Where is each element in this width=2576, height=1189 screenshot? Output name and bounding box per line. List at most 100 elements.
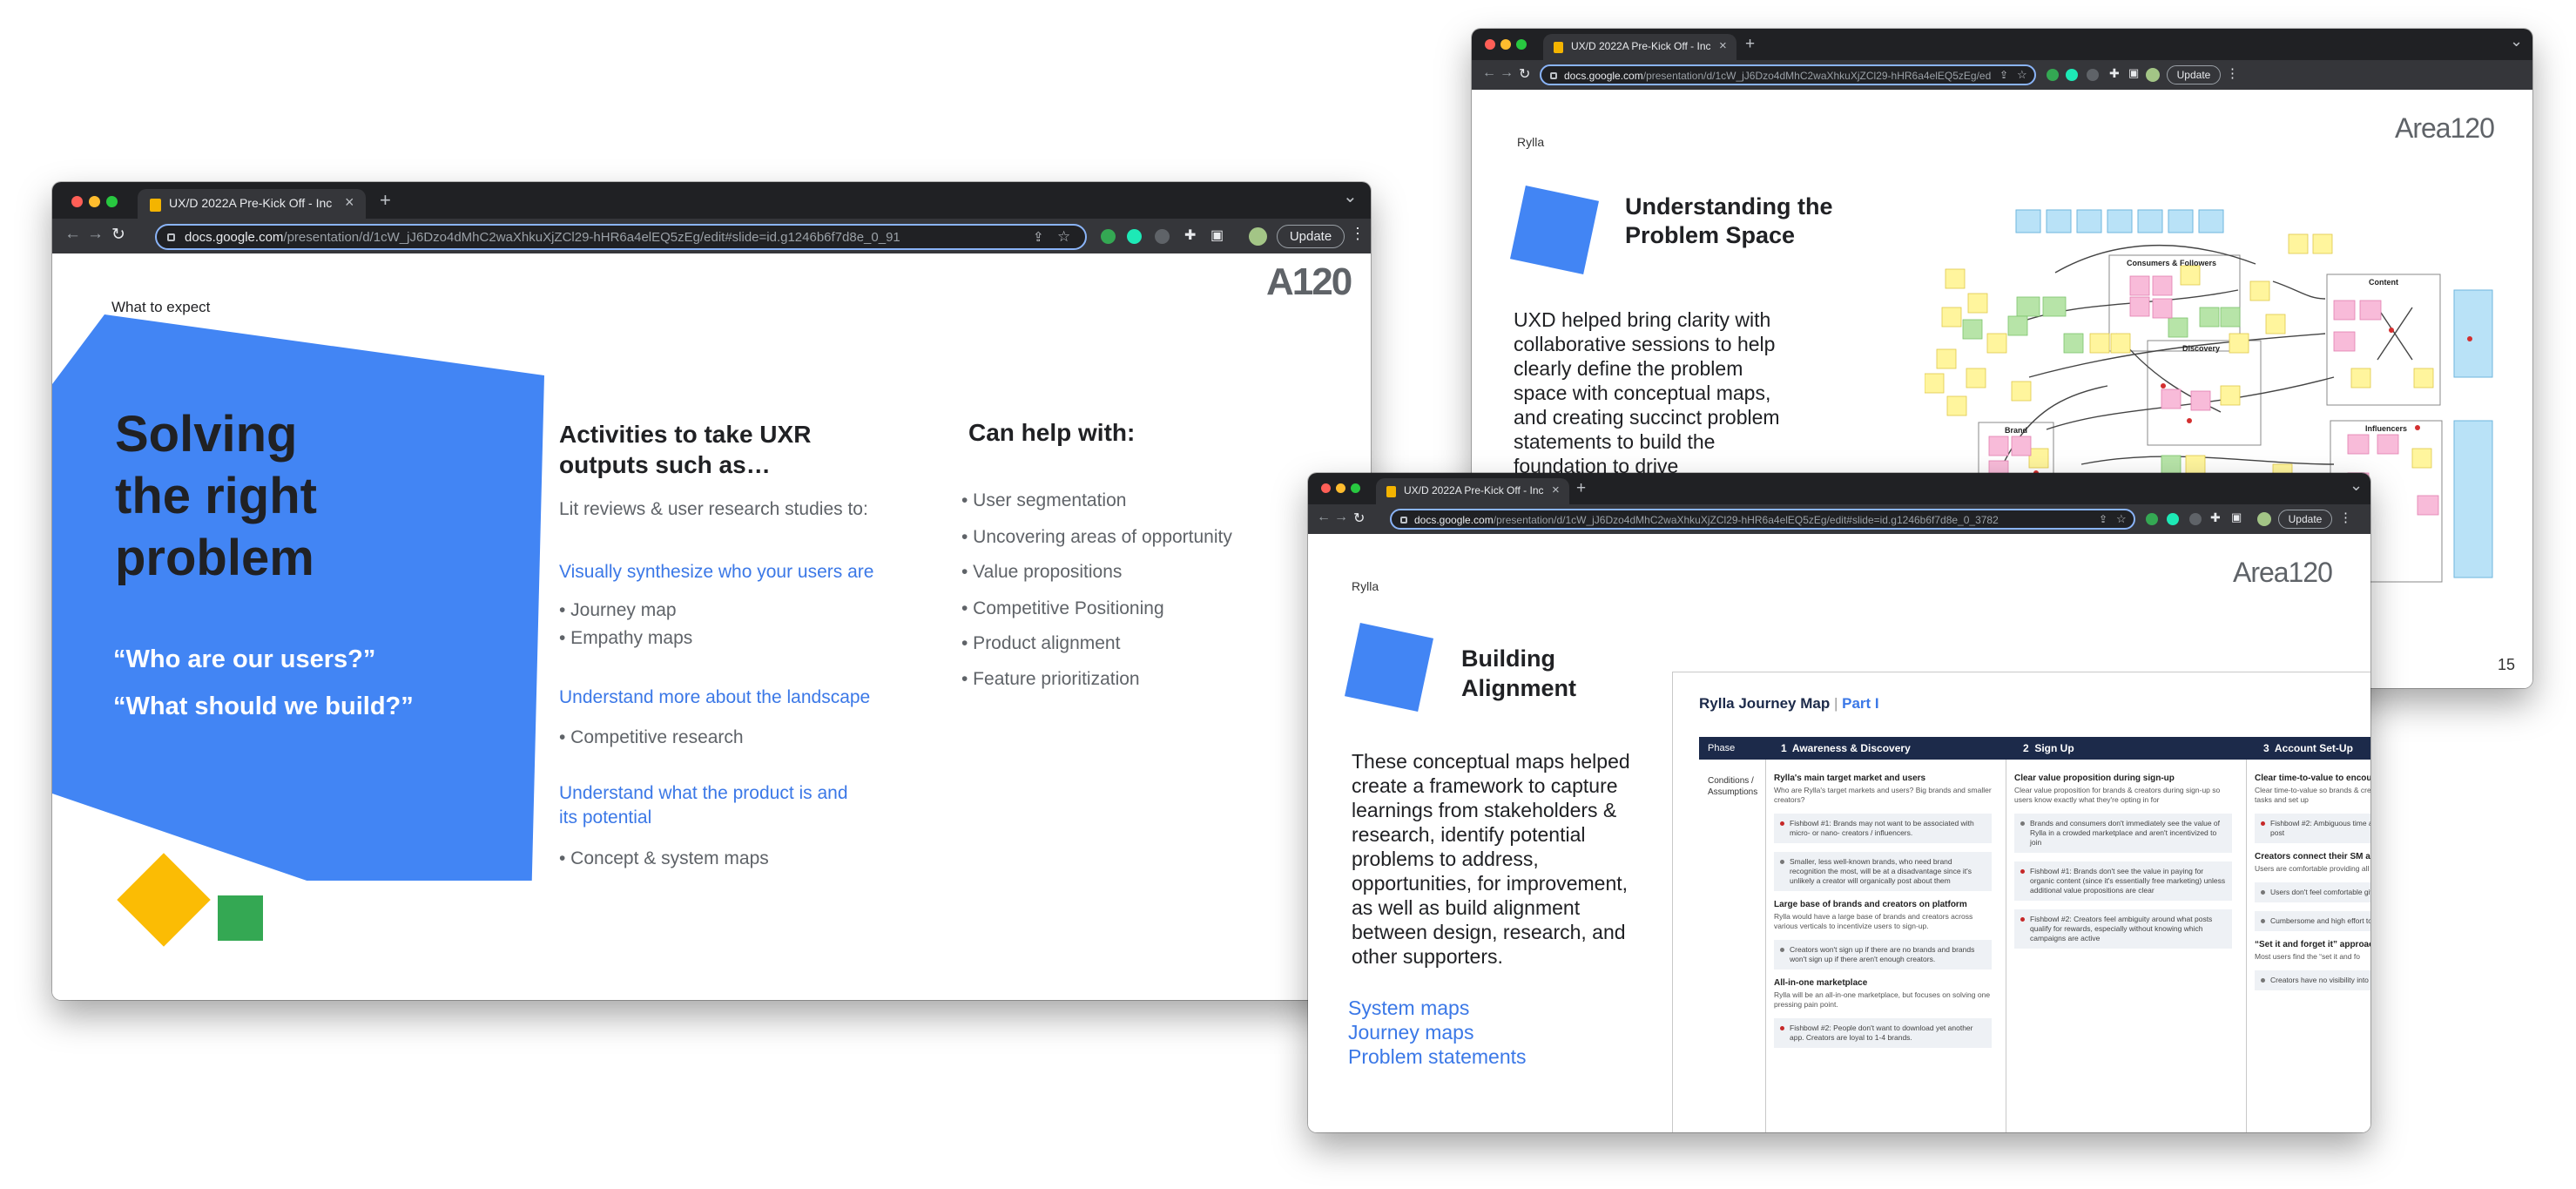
extension-teal-icon[interactable] — [2167, 513, 2179, 525]
share-icon[interactable]: ⇪ — [1999, 69, 2008, 81]
maximize-window-dot[interactable] — [106, 196, 118, 207]
extension-teal-icon[interactable] — [1127, 229, 1142, 244]
tab-presentation[interactable]: UX/D 2022A Pre-Kick Off - Inc × — [138, 189, 366, 219]
profile-avatar[interactable] — [2146, 68, 2160, 82]
help-heading: Can help with: — [968, 419, 1136, 446]
update-button[interactable]: Update — [2167, 65, 2221, 84]
extension-green-icon[interactable] — [2146, 513, 2158, 525]
address-bar[interactable]: docs.google.com/presentation/d/1cW_jJ6Dz… — [155, 224, 1087, 250]
close-tab-icon[interactable]: × — [1719, 38, 1727, 53]
side-panel-icon[interactable]: ▣ — [1210, 226, 1224, 244]
close-tab-icon[interactable]: × — [345, 193, 354, 212]
close-window-dot[interactable] — [71, 196, 83, 207]
forward-icon[interactable]: → — [1500, 65, 1514, 81]
more-menu-icon[interactable]: ⋮ — [2339, 510, 2352, 525]
extension-teal-icon[interactable] — [2066, 69, 2078, 81]
tab-strip: UX/D 2022A Pre-Kick Off - Inc × + ⌄ — [52, 182, 1371, 219]
link-system-maps[interactable]: System maps — [1348, 996, 1469, 1020]
extension-gray-icon[interactable] — [2189, 513, 2202, 525]
journey-note: Cumbersome and high effort to accounts — [2255, 911, 2370, 931]
tab-presentation[interactable]: UX/D 2022A Pre-Kick Off - Inc × — [1543, 34, 1736, 60]
bullet-dot-icon — [1780, 948, 1784, 952]
extensions-puzzle-icon[interactable]: ✚ — [2109, 66, 2120, 81]
journey-note-heading: Large base of brands and creators on pla… — [1774, 900, 1967, 909]
tab-title: UX/D 2022A Pre-Kick Off - Inc — [169, 196, 333, 210]
tab-strip: UX/D 2022A Pre-Kick Off - Inc × + ⌄ — [1472, 29, 2532, 60]
lock-icon — [1400, 517, 1407, 524]
reload-icon[interactable]: ↻ — [111, 225, 125, 245]
minimize-window-dot[interactable] — [89, 196, 100, 207]
back-icon[interactable]: ← — [1317, 510, 1331, 525]
toolbar: ← → ↻ docs.google.com/presentation/d/1cW… — [1472, 60, 2532, 90]
extension-green-icon[interactable] — [1101, 229, 1116, 244]
more-menu-icon[interactable]: ⋮ — [2226, 65, 2239, 81]
tab-presentation[interactable]: UX/D 2022A Pre-Kick Off - Inc × — [1376, 478, 1569, 504]
bookmark-star-icon[interactable]: ☆ — [2116, 512, 2127, 526]
phase-label: Phase — [1708, 743, 1736, 753]
reload-icon[interactable]: ↻ — [1519, 65, 1530, 83]
address-bar[interactable]: docs.google.com/presentation/d/1cW_jJ6Dz… — [1390, 509, 2135, 530]
back-icon[interactable]: ← — [64, 225, 81, 244]
share-icon[interactable]: ⇪ — [2099, 513, 2107, 525]
link-synthesize-users[interactable]: Visually synthesize who your users are — [559, 562, 873, 583]
share-icon[interactable]: ⇪ — [1033, 229, 1044, 245]
close-window-dot[interactable] — [1321, 483, 1331, 493]
extensions-puzzle-icon[interactable]: ✚ — [2210, 510, 2221, 525]
slide-building-alignment: Rylla Area 120 Building Alignment These … — [1308, 534, 2370, 1132]
tab-search-icon[interactable]: ⌄ — [2510, 32, 2523, 51]
journey-note: Fishbowl #1: Brands may not want to be a… — [1774, 814, 1992, 843]
bookmark-star-icon[interactable]: ☆ — [2017, 68, 2027, 82]
minimize-window-dot[interactable] — [1500, 39, 1511, 50]
link-understand-product[interactable]: Understand what the product is and its p… — [559, 781, 855, 830]
journey-note: Clear value proposition during sign-up Cl… — [2014, 774, 2232, 805]
journey-note-text: Rylla would have a large base of brands … — [1774, 912, 1973, 930]
update-button[interactable]: Update — [2278, 510, 2332, 529]
maximize-window-dot[interactable] — [1516, 39, 1527, 50]
map-label-influencers: Influencers — [2365, 424, 2408, 433]
close-window-dot[interactable] — [1485, 39, 1495, 50]
close-tab-icon[interactable]: × — [1552, 483, 1560, 497]
forward-icon[interactable]: → — [87, 225, 104, 244]
forward-icon[interactable]: → — [1334, 510, 1348, 525]
reload-icon[interactable]: ↻ — [1353, 510, 1365, 527]
journey-note-text: Fishbowl #2: Creators feel ambiguity aro… — [2030, 915, 2213, 942]
tab-search-icon[interactable]: ⌄ — [2350, 476, 2363, 495]
quote-build: “What should we build?” — [113, 692, 414, 720]
maximize-window-dot[interactable] — [1351, 483, 1360, 493]
side-panel-icon[interactable]: ▣ — [2128, 66, 2139, 80]
profile-avatar[interactable] — [1249, 227, 1267, 246]
new-tab-button[interactable]: + — [380, 189, 391, 212]
address-bar[interactable]: docs.google.com/presentation/d/1cW_jJ6Dz… — [1540, 64, 2036, 85]
bullet-dot-icon — [2261, 821, 2265, 826]
bookmark-star-icon[interactable]: ☆ — [1057, 228, 1070, 246]
link-problem-statements[interactable]: Problem statements — [1348, 1045, 1527, 1069]
journey-note-text: Brands and consumers don't immediately s… — [2030, 819, 2221, 847]
new-tab-button[interactable]: + — [1745, 35, 1755, 54]
tab-search-icon[interactable]: ⌄ — [1343, 186, 1358, 207]
url-text: docs.google.com/presentation/d/1cW_jJ6Dz… — [1414, 514, 1999, 526]
more-menu-icon[interactable]: ⋮ — [1350, 225, 1366, 243]
column-header: 3 Account Set-Up — [2263, 742, 2353, 754]
journey-note-text: Fishbowl #1: Brands may not want to be a… — [1790, 819, 1974, 837]
update-button[interactable]: Update — [1277, 225, 1345, 248]
bullet-dot-icon — [2261, 890, 2265, 895]
back-icon[interactable]: ← — [1482, 65, 1496, 81]
journey-note-text: Clear time-to-value so brands & creators… — [2255, 786, 2370, 804]
bullet-dot-icon — [1780, 860, 1784, 864]
profile-avatar[interactable] — [2257, 512, 2271, 526]
bullet-dot-icon — [2020, 821, 2025, 826]
journey-note: Creators connect their SM accounts Users … — [2255, 852, 2370, 874]
bullet-dot-icon — [2020, 917, 2025, 922]
new-tab-button[interactable]: + — [1576, 479, 1586, 498]
page-number: 15 — [2498, 656, 2516, 673]
link-journey-maps[interactable]: Journey maps — [1348, 1021, 1473, 1044]
link-understand-landscape[interactable]: Understand more about the landscape — [559, 687, 870, 708]
extension-gray-icon[interactable] — [2087, 69, 2099, 81]
extension-green-icon[interactable] — [2047, 69, 2059, 81]
lock-icon — [167, 233, 175, 241]
minimize-window-dot[interactable] — [1336, 483, 1345, 493]
map-label-brand: Brand — [2005, 426, 2028, 435]
extensions-puzzle-icon[interactable]: ✚ — [1184, 226, 1196, 244]
extension-gray-icon[interactable] — [1155, 229, 1170, 244]
side-panel-icon[interactable]: ▣ — [2231, 510, 2242, 524]
